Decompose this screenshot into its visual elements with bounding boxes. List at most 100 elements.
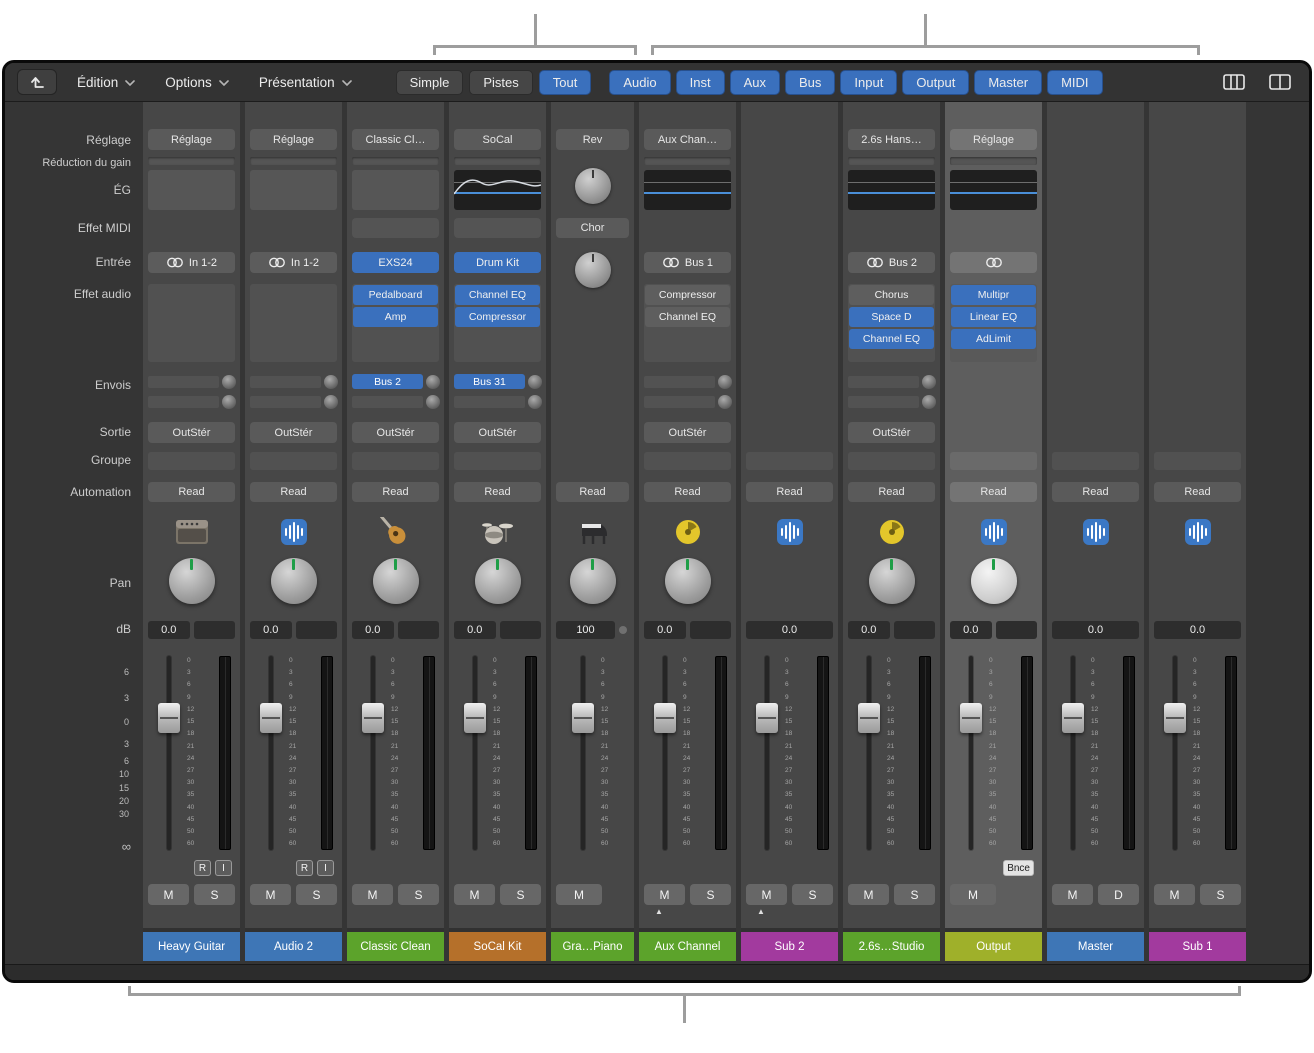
db-value[interactable]: 0.0	[1154, 621, 1241, 639]
send-slot[interactable]	[454, 396, 525, 408]
output-slot[interactable]: OutStér	[250, 422, 337, 443]
bounce-button[interactable]: Bnce	[1003, 860, 1034, 876]
fader-handle[interactable]	[1164, 703, 1186, 733]
channel-setting-button[interactable]: SoCal	[454, 129, 541, 150]
input-slot[interactable]: In 1-2	[250, 252, 337, 273]
peak-value[interactable]	[894, 621, 936, 639]
track-name-label[interactable]: Classic Clean	[347, 932, 444, 961]
automation-mode-button[interactable]: Read	[848, 482, 935, 502]
mute-button[interactable]: M	[148, 884, 189, 905]
pan-knob[interactable]	[971, 558, 1017, 604]
fader-handle[interactable]	[1062, 703, 1084, 733]
mute-button[interactable]: M	[644, 884, 685, 905]
menu-options[interactable]: Options	[165, 75, 229, 90]
fader-handle[interactable]	[858, 703, 880, 733]
send-knob[interactable]	[426, 395, 440, 409]
mute-button[interactable]: M	[950, 884, 996, 905]
columns-2-icon[interactable]	[1263, 70, 1297, 95]
automation-mode-button[interactable]: Read	[148, 482, 235, 502]
db-value[interactable]: 0.0	[148, 621, 190, 639]
automation-mode-button[interactable]: Read	[556, 482, 629, 502]
db-value[interactable]: 0.0	[1052, 621, 1139, 639]
send-knob[interactable]	[324, 375, 338, 389]
send-slot[interactable]	[148, 396, 219, 408]
send-slot[interactable]	[644, 396, 715, 408]
send-slot[interactable]	[148, 376, 219, 388]
peak-value[interactable]	[398, 621, 440, 639]
output-slot[interactable]: OutStér	[148, 422, 235, 443]
pan-knob[interactable]	[570, 558, 616, 604]
db-value[interactable]: 0.0	[950, 621, 992, 639]
input-slot[interactable]: Drum Kit	[454, 252, 541, 273]
filter-button-output[interactable]: Output	[902, 70, 969, 95]
input-slot[interactable]: Bus 2	[848, 252, 935, 273]
channel-setting-button[interactable]: 2.6s Hans…	[848, 129, 935, 150]
mute-button[interactable]: M	[746, 884, 787, 905]
filter-button-master[interactable]: Master	[974, 70, 1042, 95]
group-slot[interactable]	[644, 452, 731, 470]
audio-effect-slot[interactable]: Compressor	[645, 285, 730, 305]
back-button[interactable]	[17, 69, 57, 95]
group-slot[interactable]	[848, 452, 935, 470]
pan-knob[interactable]	[665, 558, 711, 604]
send-slot[interactable]	[848, 396, 919, 408]
track-name-label[interactable]: Gra…Piano	[551, 932, 634, 961]
peak-value[interactable]	[194, 621, 236, 639]
track-name-label[interactable]: 2.6s…Studio	[843, 932, 940, 961]
solo-button[interactable]: S	[194, 884, 235, 905]
send-knob[interactable]	[718, 375, 732, 389]
send-knob[interactable]	[222, 395, 236, 409]
eq-thumbnail[interactable]	[250, 170, 337, 210]
fader-handle[interactable]	[158, 703, 180, 733]
midi-effect-slot[interactable]	[454, 218, 541, 238]
solo-button[interactable]: S	[792, 884, 833, 905]
solo-button[interactable]: S	[296, 884, 337, 905]
send-slot[interactable]: Bus 31	[454, 374, 525, 389]
send-knob[interactable]	[528, 395, 542, 409]
mute-button[interactable]: M	[352, 884, 393, 905]
send-knob[interactable]	[922, 375, 936, 389]
smart-control-knob[interactable]	[575, 252, 611, 288]
track-name-label[interactable]: Master	[1047, 932, 1144, 961]
send-knob[interactable]	[528, 375, 542, 389]
mute-button[interactable]: M	[454, 884, 495, 905]
eq-thumbnail[interactable]	[352, 170, 439, 210]
input-slot[interactable]: Bus 1	[644, 252, 731, 273]
midi-effect-slot[interactable]	[352, 218, 439, 238]
send-knob[interactable]	[922, 395, 936, 409]
group-slot[interactable]	[950, 452, 1037, 470]
db-value[interactable]: 0.0	[250, 621, 292, 639]
send-knob[interactable]	[426, 375, 440, 389]
record-button[interactable]: R	[194, 860, 211, 876]
filter-button-input[interactable]: Input	[840, 70, 897, 95]
dim-button[interactable]: D	[1098, 884, 1139, 905]
audio-effect-slot[interactable]: AdLimit	[951, 329, 1036, 349]
solo-button[interactable]: S	[500, 884, 541, 905]
filter-button-aux[interactable]: Aux	[730, 70, 780, 95]
db-value[interactable]: 0.0	[644, 621, 686, 639]
mute-button[interactable]: M	[556, 884, 602, 905]
menu-edition[interactable]: Édition	[77, 75, 135, 90]
db-value[interactable]: 0.0	[454, 621, 496, 639]
db-value[interactable]: 100	[556, 621, 615, 639]
input-monitor-button[interactable]: I	[215, 860, 232, 876]
input-slot[interactable]: In 1-2	[148, 252, 235, 273]
group-slot[interactable]	[352, 452, 439, 470]
fader-handle[interactable]	[960, 703, 982, 733]
input-monitor-button[interactable]: I	[317, 860, 334, 876]
audio-effect-slot[interactable]: Linear EQ	[951, 307, 1036, 327]
mute-button[interactable]: M	[1052, 884, 1093, 905]
group-slot[interactable]	[746, 452, 833, 470]
send-slot[interactable]	[848, 376, 919, 388]
disclosure-triangle[interactable]: ▲	[655, 908, 663, 916]
smart-control-knob[interactable]	[575, 168, 611, 204]
track-name-label[interactable]: Audio 2	[245, 932, 342, 961]
audio-effect-slot[interactable]: Chorus	[849, 285, 934, 305]
automation-mode-button[interactable]: Read	[644, 482, 731, 502]
fader-handle[interactable]	[260, 703, 282, 733]
peak-value[interactable]	[500, 621, 542, 639]
input-slot[interactable]: EXS24	[352, 252, 439, 273]
audio-effect-slot[interactable]: Amp	[353, 307, 438, 327]
channel-setting-button[interactable]: Aux Chan…	[644, 129, 731, 150]
track-name-label[interactable]: Aux Channel	[639, 932, 736, 961]
